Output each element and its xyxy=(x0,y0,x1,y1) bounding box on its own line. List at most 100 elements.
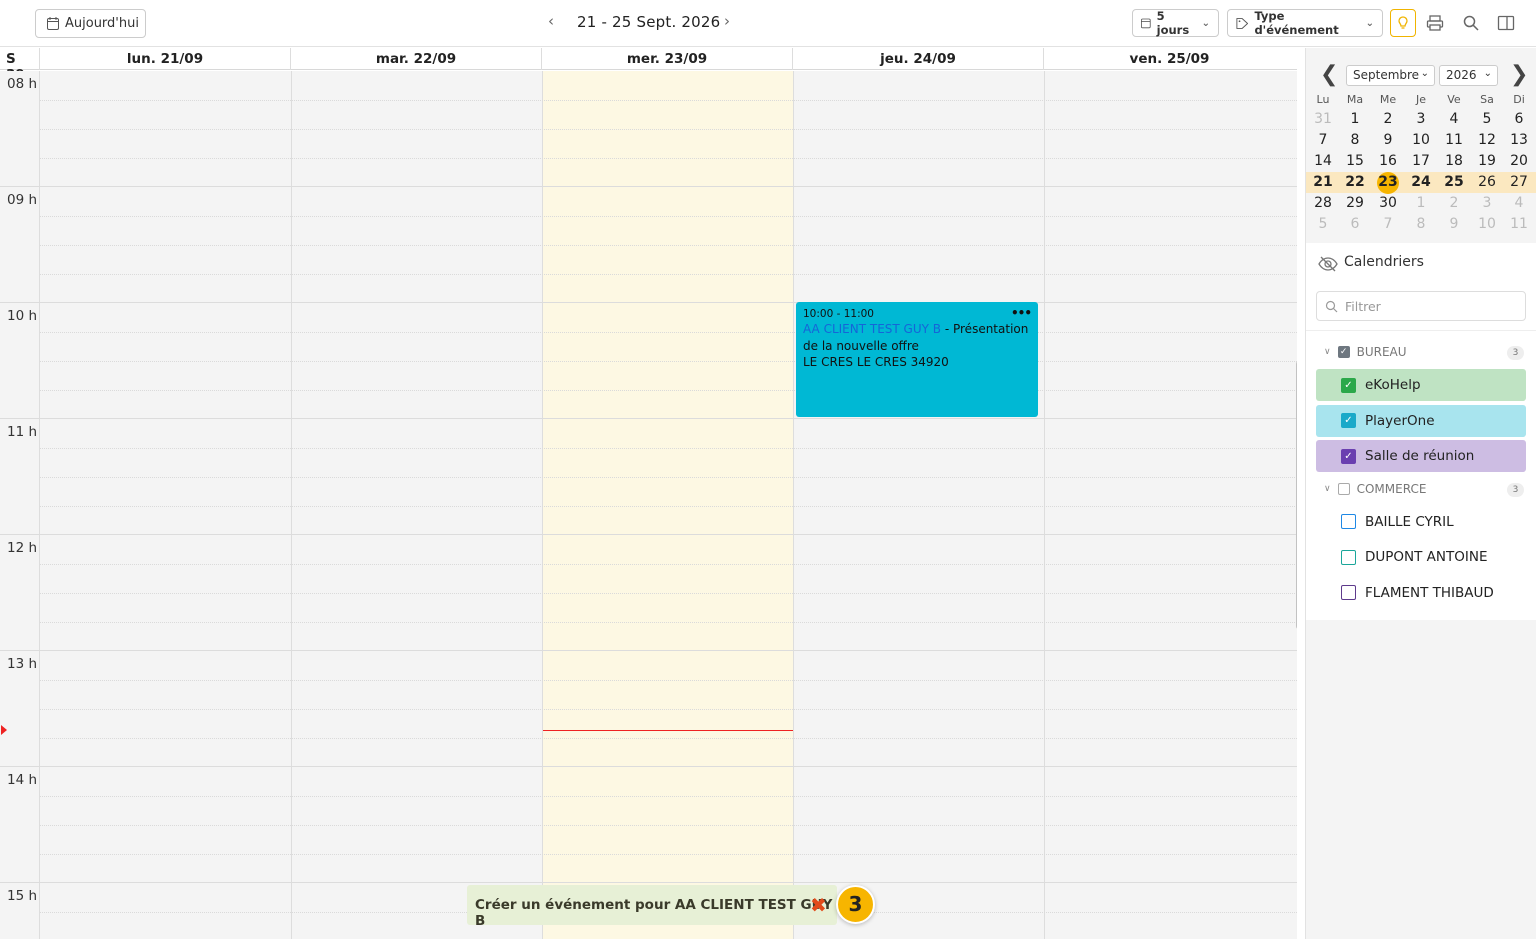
month-select[interactable]: Septembre ⌄ xyxy=(1346,65,1435,86)
calendar-name: FLAMENT THIBAUD xyxy=(1365,584,1494,601)
calendar-checkbox[interactable]: ✓ xyxy=(1341,448,1356,464)
mini-calendar-day[interactable]: 7 xyxy=(1311,132,1335,148)
mini-calendar-day[interactable]: 9 xyxy=(1376,132,1400,148)
mini-calendar-day[interactable]: 28 xyxy=(1311,195,1335,211)
calendar-item[interactable]: ✓ eKoHelp xyxy=(1316,369,1526,401)
chevron-down-icon: ⌄ xyxy=(1420,68,1429,79)
hour-line xyxy=(0,650,1297,651)
calendar-item[interactable]: DUPONT ANTOINE xyxy=(1316,541,1526,573)
mini-calendar-day[interactable]: 23 xyxy=(1376,174,1400,190)
view-select[interactable]: 5 jours ⌄ xyxy=(1132,9,1219,37)
calendar-event[interactable]: 10:00 - 11:00 ••• AA CLIENT TEST GUY B -… xyxy=(796,302,1038,417)
mini-calendar-day[interactable]: 3 xyxy=(1409,111,1433,127)
mini-calendar-day[interactable]: 26 xyxy=(1475,174,1499,190)
mini-calendar-day[interactable]: 7 xyxy=(1376,216,1400,232)
tips-button[interactable] xyxy=(1390,9,1416,37)
close-icon[interactable]: ✖ xyxy=(810,893,827,917)
event-type-select[interactable]: Type d'événement ⌄ xyxy=(1227,9,1383,37)
notification-badge[interactable]: 3 xyxy=(836,885,875,924)
hour-label: 09 h xyxy=(7,192,38,208)
mini-calendar-day[interactable]: 1 xyxy=(1343,111,1367,127)
calendar-checkbox[interactable] xyxy=(1341,549,1356,565)
day-header[interactable]: mar. 22/09 xyxy=(291,48,542,70)
mini-calendar-day[interactable]: 11 xyxy=(1507,216,1531,232)
mini-calendar-day[interactable]: 24 xyxy=(1409,174,1433,190)
mini-calendar-day[interactable]: 25 xyxy=(1442,174,1466,190)
time-grid[interactable]: 08 h 09 h 10 h 11 h 12 h 13 h 14 h 15 h 10:00 -… xyxy=(0,71,1297,939)
day-header[interactable]: lun. 21/09 xyxy=(40,48,291,70)
mini-calendar-day[interactable]: 1 xyxy=(1409,195,1433,211)
year-select[interactable]: 2026 ⌄ xyxy=(1439,65,1498,86)
quarter-hour-line xyxy=(40,506,1297,507)
print-icon[interactable] xyxy=(1426,14,1444,32)
calendar-name: BAILLE CYRIL xyxy=(1365,513,1454,530)
mini-calendar-day[interactable]: 22 xyxy=(1343,174,1367,190)
mini-calendar-day[interactable]: 12 xyxy=(1475,132,1499,148)
mini-calendar-day[interactable]: 11 xyxy=(1442,132,1466,148)
mini-calendar-day[interactable]: 4 xyxy=(1507,195,1531,211)
calendar-checkbox[interactable]: ✓ xyxy=(1341,377,1356,393)
mini-calendar-day[interactable]: 13 xyxy=(1507,132,1531,148)
mini-calendar-day[interactable]: 6 xyxy=(1343,216,1367,232)
calendar-item[interactable]: ✓ PlayerOne xyxy=(1316,404,1526,437)
filter-placeholder: Filtrer xyxy=(1345,299,1381,314)
day-header[interactable]: jeu. 24/09 xyxy=(793,48,1044,70)
mini-calendar-day[interactable]: 16 xyxy=(1376,153,1400,169)
calendars-panel: Calendriers Filtrer ∨ ✓ BUREAU 3 ✓ eKoHelp ✓ Pl… xyxy=(1306,243,1536,620)
calendar-checkbox[interactable] xyxy=(1341,514,1356,529)
mini-calendar-day[interactable]: 8 xyxy=(1409,216,1433,232)
mini-calendar-day[interactable]: 5 xyxy=(1475,111,1499,127)
mini-calendar-day[interactable]: 27 xyxy=(1507,174,1531,190)
day-header[interactable]: mer. 23/09 xyxy=(542,48,793,70)
group-checkbox[interactable] xyxy=(1337,482,1350,495)
group-name: COMMERCE xyxy=(1356,481,1427,496)
mini-calendar-day[interactable]: 15 xyxy=(1343,153,1367,169)
eye-slash-icon[interactable] xyxy=(1318,255,1338,273)
create-event-toast[interactable]: Créer un événement pour AA CLIENT TEST G… xyxy=(467,885,837,929)
today-button[interactable]: Aujourd'hui xyxy=(35,9,146,38)
mini-calendar-day[interactable]: 10 xyxy=(1409,132,1433,148)
event-client-link[interactable]: AA CLIENT TEST GUY B xyxy=(803,322,941,336)
calendar-group[interactable]: ∨ COMMERCE 3 xyxy=(1324,481,1524,497)
sidebar-toggle-icon[interactable] xyxy=(1497,14,1515,32)
mini-calendar-day[interactable]: 4 xyxy=(1442,111,1466,127)
previous-month-icon[interactable]: ❮ xyxy=(1320,62,1338,87)
toast-message: Créer un événement pour AA CLIENT TEST G… xyxy=(475,897,833,929)
next-month-icon[interactable]: ❯ xyxy=(1510,62,1528,87)
mini-calendar-day[interactable]: 5 xyxy=(1311,216,1335,232)
mini-calendar-day[interactable]: 31 xyxy=(1311,111,1335,127)
group-checkbox[interactable]: ✓ xyxy=(1337,346,1350,358)
search-icon[interactable] xyxy=(1462,14,1480,32)
previous-week-icon[interactable]: ‹ xyxy=(548,12,554,30)
mini-calendar-day[interactable]: 8 xyxy=(1343,132,1367,148)
mini-calendar-day[interactable]: 3 xyxy=(1475,195,1499,211)
quarter-hour-line xyxy=(40,825,1297,826)
calendar-checkbox[interactable]: ✓ xyxy=(1341,413,1356,428)
mini-calendar-day[interactable]: 2 xyxy=(1376,111,1400,127)
vertical-scrollbar[interactable] xyxy=(1296,360,1297,630)
mini-calendar-day[interactable]: 30 xyxy=(1376,195,1400,211)
mini-calendar-day[interactable]: 18 xyxy=(1442,153,1466,169)
mini-calendar-day[interactable]: 20 xyxy=(1507,153,1531,169)
calendar-filter-input[interactable]: Filtrer xyxy=(1316,291,1526,321)
event-more-icon[interactable]: ••• xyxy=(1011,305,1032,322)
today-column[interactable] xyxy=(542,71,793,939)
mini-calendar-day[interactable]: 2 xyxy=(1442,195,1466,211)
mini-calendar-day[interactable]: 10 xyxy=(1475,216,1499,232)
chevron-down-icon[interactable]: ∨ xyxy=(1324,484,1331,494)
next-week-icon[interactable]: › xyxy=(724,12,730,30)
mini-calendar-day[interactable]: 29 xyxy=(1343,195,1367,211)
mini-calendar-day[interactable]: 17 xyxy=(1409,153,1433,169)
day-header[interactable]: ven. 25/09 xyxy=(1044,48,1295,70)
calendar-item[interactable]: FLAMENT THIBAUD xyxy=(1316,576,1526,609)
mini-calendar-day[interactable]: 21 xyxy=(1311,174,1335,190)
mini-calendar-day[interactable]: 9 xyxy=(1442,216,1466,232)
mini-calendar-day[interactable]: 14 xyxy=(1311,153,1335,169)
mini-calendar-day[interactable]: 6 xyxy=(1507,111,1531,127)
calendar-checkbox[interactable] xyxy=(1341,585,1356,600)
mini-calendar-day[interactable]: 19 xyxy=(1475,153,1499,169)
calendar-item[interactable]: ✓ Salle de réunion xyxy=(1316,440,1526,472)
calendar-item[interactable]: BAILLE CYRIL xyxy=(1316,505,1526,538)
calendar-group[interactable]: ∨ ✓ BUREAU 3 xyxy=(1324,345,1524,360)
chevron-down-icon[interactable]: ∨ xyxy=(1324,347,1331,357)
